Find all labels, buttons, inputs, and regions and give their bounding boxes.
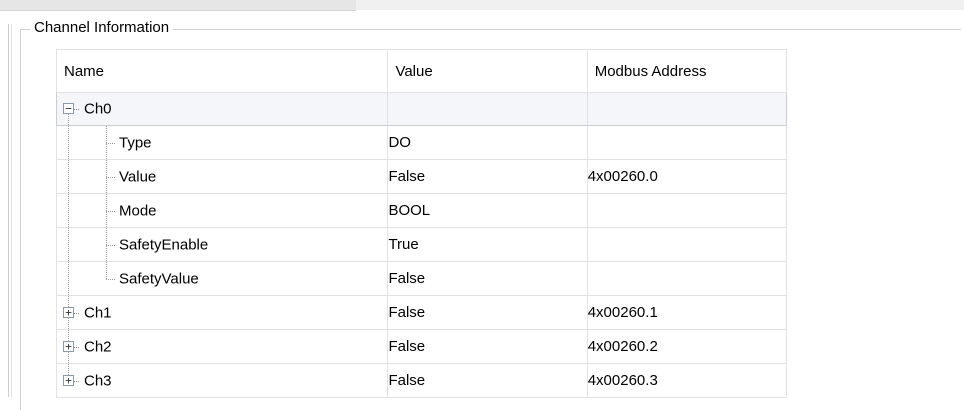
name-cell: − Ch0 <box>55 92 389 126</box>
tree-line <box>106 262 107 279</box>
row-value: False <box>387 363 588 398</box>
tree-row-safetyenable[interactable]: SafetyEnable True <box>55 227 788 262</box>
tree-row-mode[interactable]: Mode BOOL <box>55 193 788 228</box>
tree-line <box>68 262 69 295</box>
tree-line <box>106 278 115 280</box>
tree-line <box>74 109 79 110</box>
tree-line <box>74 312 79 314</box>
column-header-name[interactable]: Name <box>55 49 389 93</box>
row-name: SafetyValue <box>119 270 199 287</box>
tree-row-ch1[interactable]: + Ch1 False 4x00260.1 <box>55 295 788 330</box>
row-name: Ch1 <box>84 304 112 321</box>
row-modbus <box>586 261 788 296</box>
name-cell: SafetyEnable <box>55 227 389 262</box>
name-cell: + Ch3 <box>55 363 389 398</box>
tree-line <box>74 380 79 382</box>
name-cell: Mode <box>55 193 389 228</box>
column-header-modbus-label: Modbus Address <box>594 62 707 80</box>
row-name: Ch0 <box>84 100 112 118</box>
name-cell: Type <box>55 125 389 160</box>
plus-box-icon[interactable]: + <box>63 306 74 318</box>
name-cell: Value <box>55 159 389 194</box>
tree-line <box>106 142 115 144</box>
row-modbus: 4x00260.0 <box>586 159 788 194</box>
minus-box-icon[interactable]: − <box>63 103 74 114</box>
tree-row-safetyvalue[interactable]: SafetyValue False <box>55 261 788 296</box>
tree-row-ch2[interactable]: + Ch2 False 4x00260.2 <box>55 329 788 364</box>
row-value: False <box>387 159 588 194</box>
tab-edge <box>0 0 356 11</box>
tree-line <box>106 244 115 246</box>
row-value: False <box>387 329 588 364</box>
name-cell: + Ch1 <box>55 295 389 330</box>
left-border-inner <box>11 24 12 397</box>
row-value: False <box>387 261 588 296</box>
row-modbus <box>586 193 788 228</box>
row-name: Ch2 <box>84 338 112 355</box>
row-name: SafetyEnable <box>119 236 209 253</box>
row-name: Mode <box>119 202 157 219</box>
plus-box-icon[interactable]: + <box>63 340 74 352</box>
name-cell: + Ch2 <box>55 329 389 364</box>
top-strip <box>0 0 964 11</box>
row-modbus: 4x00260.1 <box>586 295 788 330</box>
row-modbus: 4x00260.3 <box>586 363 788 398</box>
tree-row-value[interactable]: Value False 4x00260.0 <box>55 159 788 194</box>
header-row: Name Value Modbus Address <box>55 49 788 93</box>
tree-line <box>68 126 69 159</box>
tree-line <box>68 160 69 193</box>
row-value: True <box>387 227 588 262</box>
tree-row-ch3[interactable]: + Ch3 False 4x00260.3 <box>55 363 788 398</box>
row-name: Type <box>119 134 152 151</box>
row-value: False <box>387 295 588 330</box>
tree-row-type[interactable]: Type DO <box>55 125 788 160</box>
group-title: Channel Information <box>30 18 174 38</box>
row-name: Ch3 <box>84 372 112 389</box>
tree-line <box>106 210 115 212</box>
row-modbus <box>586 125 788 160</box>
tree-line <box>74 346 79 348</box>
row-name: Value <box>119 168 157 185</box>
row-value: DO <box>387 125 588 160</box>
tree-line <box>68 194 69 227</box>
tree-line <box>68 228 69 261</box>
row-value <box>387 92 588 126</box>
channel-tree-grid[interactable]: Name Value Modbus Address − Ch0 Type DO … <box>55 49 788 398</box>
row-value: BOOL <box>387 193 588 228</box>
row-modbus <box>586 227 788 262</box>
column-header-name-label: Name <box>64 62 105 80</box>
row-modbus: 4x00260.2 <box>586 329 788 364</box>
left-border <box>8 24 9 397</box>
plus-box-icon[interactable]: + <box>63 374 74 386</box>
tree-row-ch0[interactable]: − Ch0 <box>55 92 788 126</box>
column-header-value-label: Value <box>395 62 433 80</box>
tree-line <box>106 176 115 178</box>
column-header-modbus[interactable]: Modbus Address <box>586 49 788 93</box>
column-header-value[interactable]: Value <box>387 49 588 93</box>
row-modbus <box>586 92 788 126</box>
name-cell: SafetyValue <box>55 261 389 296</box>
